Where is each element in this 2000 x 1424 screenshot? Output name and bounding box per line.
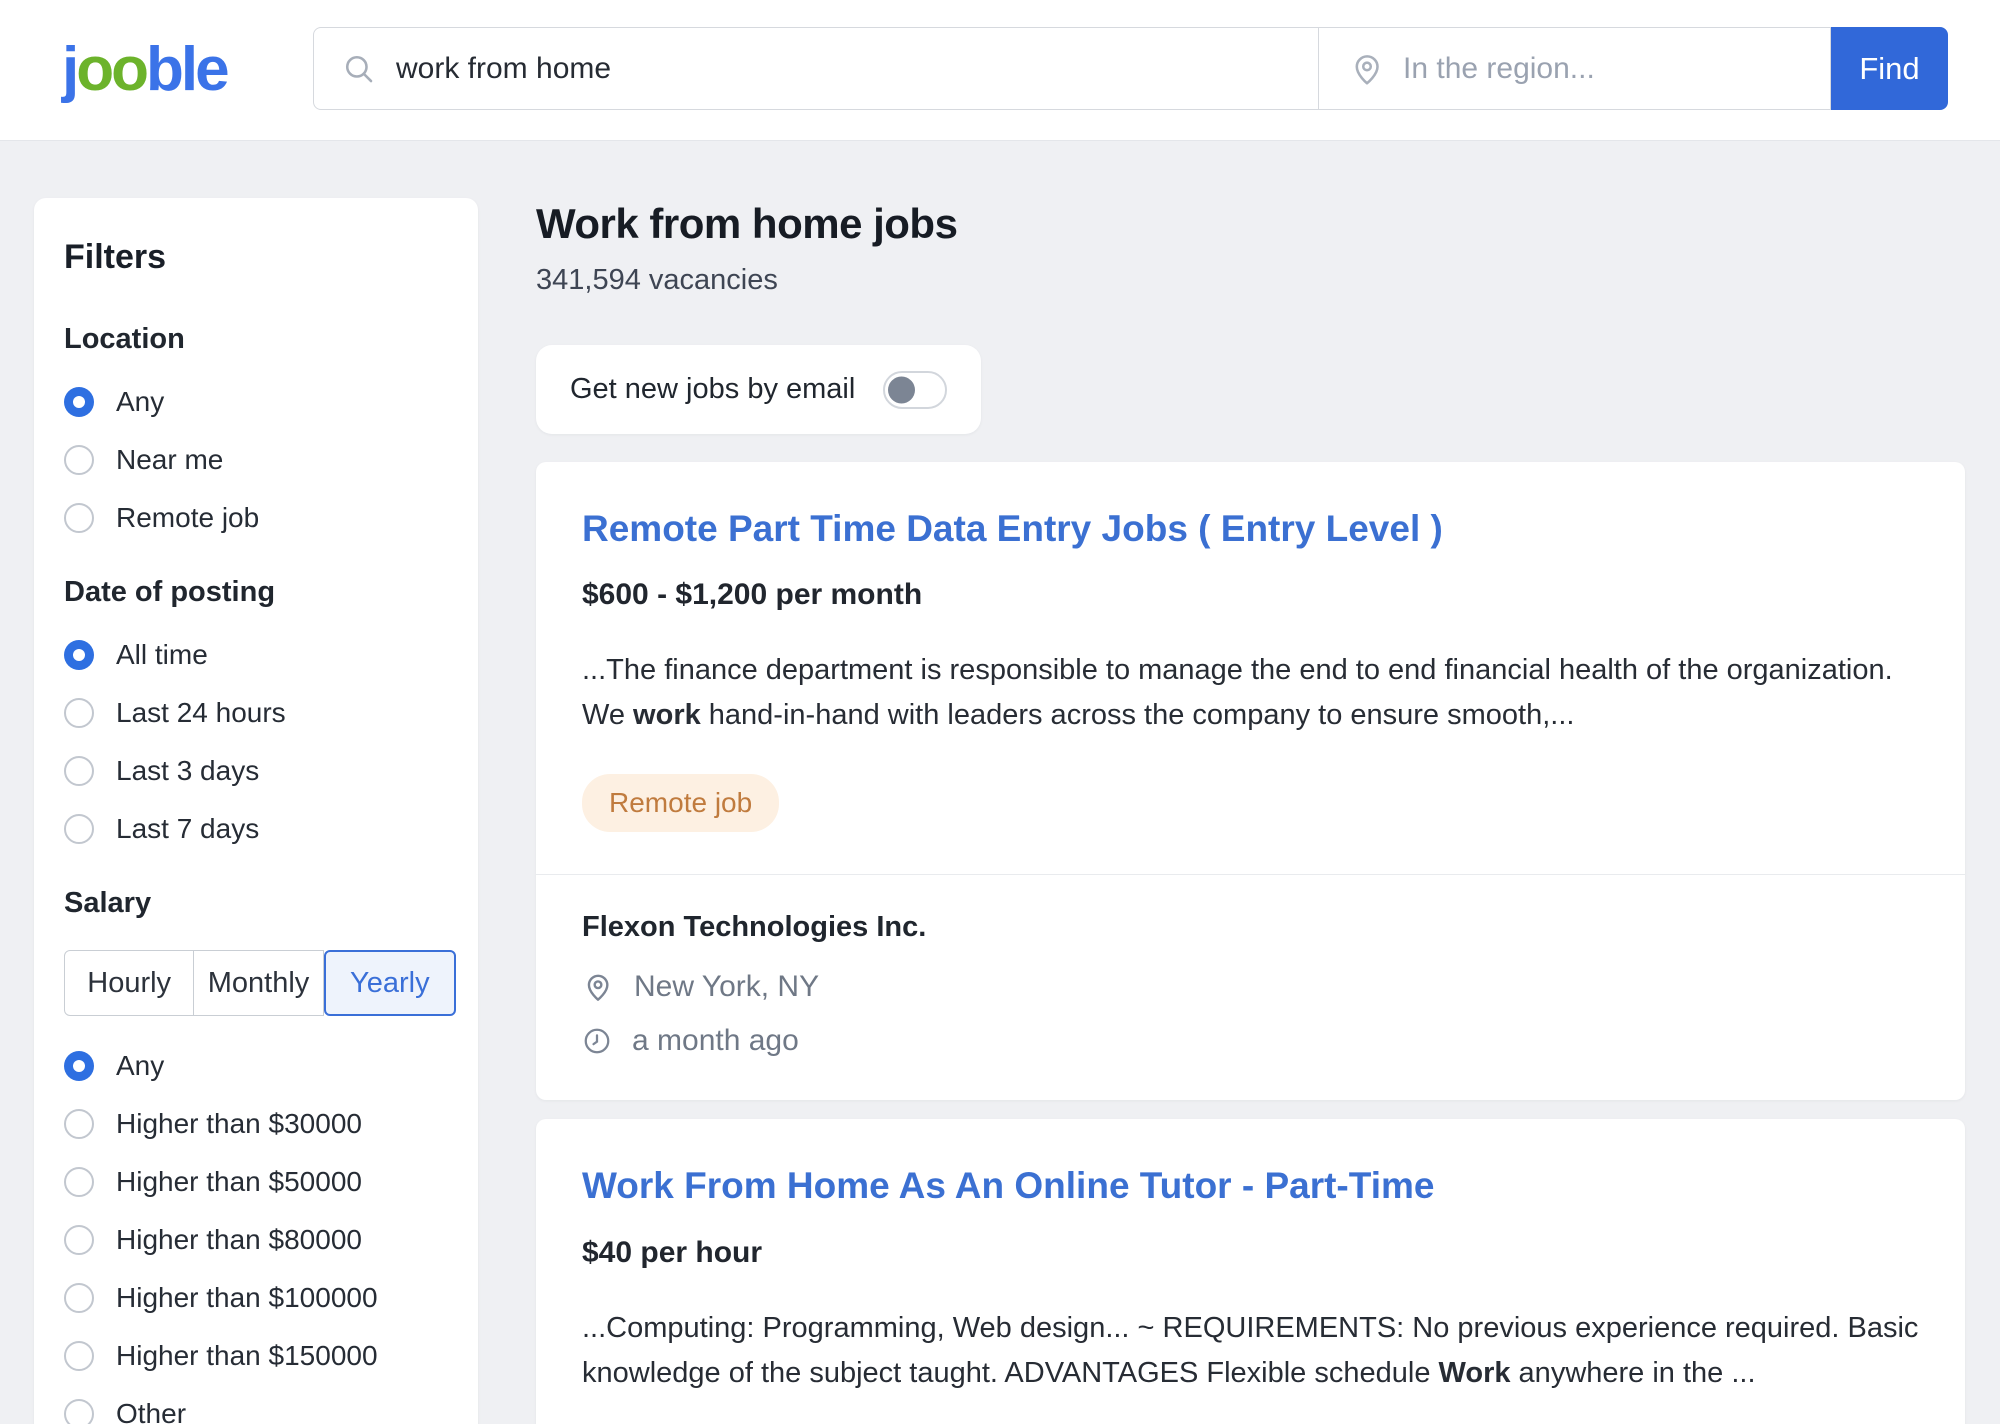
company-name: Flexon Technologies Inc. [582,911,1919,944]
option-label: Higher than $80000 [116,1224,362,1256]
tab-monthly[interactable]: Monthly [194,950,323,1016]
job-location-row: New York, NY [582,970,1919,1004]
jooble-logo[interactable]: jooble [62,39,227,101]
location-pin-icon [582,971,614,1003]
radio-icon [64,1051,94,1081]
radio-icon [64,1167,94,1197]
option-label: All time [116,639,208,671]
search-icon [342,52,376,86]
option-label: Higher than $50000 [116,1166,362,1198]
option-label: Last 3 days [116,755,259,787]
salary-option-any[interactable]: Any [64,1050,448,1082]
radio-icon [64,814,94,844]
job-posted-row: a month ago [582,1024,1919,1058]
search-input[interactable] [396,52,1318,86]
salary-option-other[interactable]: Other [64,1398,448,1424]
radio-icon [64,1399,94,1424]
clock-icon [582,1026,612,1056]
job-card[interactable]: Work From Home As An Online Tutor - Part… [536,1119,1965,1424]
salary-option-80000[interactable]: Higher than $80000 [64,1224,448,1256]
description-text: anywhere in the ... [1511,1357,1756,1389]
tab-yearly[interactable]: Yearly [324,950,456,1016]
option-label: Last 24 hours [116,697,286,729]
salary-option-50000[interactable]: Higher than $50000 [64,1166,448,1198]
job-description: ...The finance department is responsible… [582,648,1919,738]
page: jooble Find Filters Location Any Near me [0,0,2000,1424]
job-location: New York, NY [634,970,819,1004]
region-search-section [1319,28,1830,109]
option-label: Last 7 days [116,813,259,845]
region-input[interactable] [1403,52,1830,86]
salary-heading: Salary [64,887,448,920]
description-text: hand-in-hand with leaders across the com… [701,699,1575,731]
region-pin-icon [1349,51,1385,87]
radio-icon [64,1109,94,1139]
location-option-remote-job[interactable]: Remote job [64,502,448,534]
option-label: Any [116,386,164,418]
date-option-last-24-hours[interactable]: Last 24 hours [64,697,448,729]
filters-title: Filters [64,238,448,277]
date-option-all-time[interactable]: All time [64,639,448,671]
description-highlight: Work [1439,1357,1511,1389]
job-title-link[interactable]: Work From Home As An Online Tutor - Part… [582,1163,1919,1209]
radio-icon [64,756,94,786]
company-block: Flexon Technologies Inc. New York, NY a … [582,875,1919,1100]
logo-part-j: j [62,35,76,104]
page-title: Work from home jobs [536,200,1965,248]
radio-icon [64,640,94,670]
keyword-search-section [314,28,1319,109]
radio-icon [64,1341,94,1371]
option-label: Other [116,1398,186,1424]
location-heading: Location [64,323,448,356]
option-label: Remote job [116,502,259,534]
logo-part-oo: oo [76,35,146,104]
date-option-last-3-days[interactable]: Last 3 days [64,755,448,787]
radio-icon [64,1283,94,1313]
remote-job-tag: Remote job [582,774,779,832]
date-option-last-7-days[interactable]: Last 7 days [64,813,448,845]
option-label: Higher than $30000 [116,1108,362,1140]
job-tags: Remote job [582,774,1919,832]
find-button[interactable]: Find [1831,27,1948,110]
option-label: Any [116,1050,164,1082]
radio-icon [64,1225,94,1255]
results-area: Work from home jobs 341,594 vacancies Ge… [536,200,1965,1424]
search-bar [313,27,1831,110]
radio-icon [64,387,94,417]
email-subscribe-toggle[interactable] [883,371,947,409]
filters-panel: Filters Location Any Near me Remote job … [34,198,478,1424]
email-subscribe-card: Get new jobs by email [536,345,981,434]
salary-option-30000[interactable]: Higher than $30000 [64,1108,448,1140]
salary-option-100000[interactable]: Higher than $100000 [64,1282,448,1314]
radio-icon [64,698,94,728]
date-heading: Date of posting [64,576,448,609]
job-card[interactable]: Remote Part Time Data Entry Jobs ( Entry… [536,462,1965,1100]
job-posted: a month ago [632,1024,799,1058]
location-option-near-me[interactable]: Near me [64,444,448,476]
header: jooble Find [0,0,2000,141]
job-salary: $600 - $1,200 per month [582,578,1919,612]
option-label: Higher than $100000 [116,1282,378,1314]
radio-icon [64,503,94,533]
description-highlight: work [633,699,701,731]
toggle-knob [888,376,915,403]
tab-hourly[interactable]: Hourly [64,950,194,1016]
job-description: ...Computing: Programming, Web design...… [582,1306,1919,1396]
option-label: Higher than $150000 [116,1340,378,1372]
vacancies-count: 341,594 vacancies [536,264,1965,297]
job-salary: $40 per hour [582,1236,1919,1270]
salary-period-tabs: Hourly Monthly Yearly [64,950,456,1016]
job-title-link[interactable]: Remote Part Time Data Entry Jobs ( Entry… [582,506,1919,552]
option-label: Near me [116,444,223,476]
logo-part-ble: ble [146,35,227,104]
location-option-any[interactable]: Any [64,386,448,418]
salary-option-150000[interactable]: Higher than $150000 [64,1340,448,1372]
email-subscribe-label: Get new jobs by email [570,373,855,406]
radio-icon [64,445,94,475]
